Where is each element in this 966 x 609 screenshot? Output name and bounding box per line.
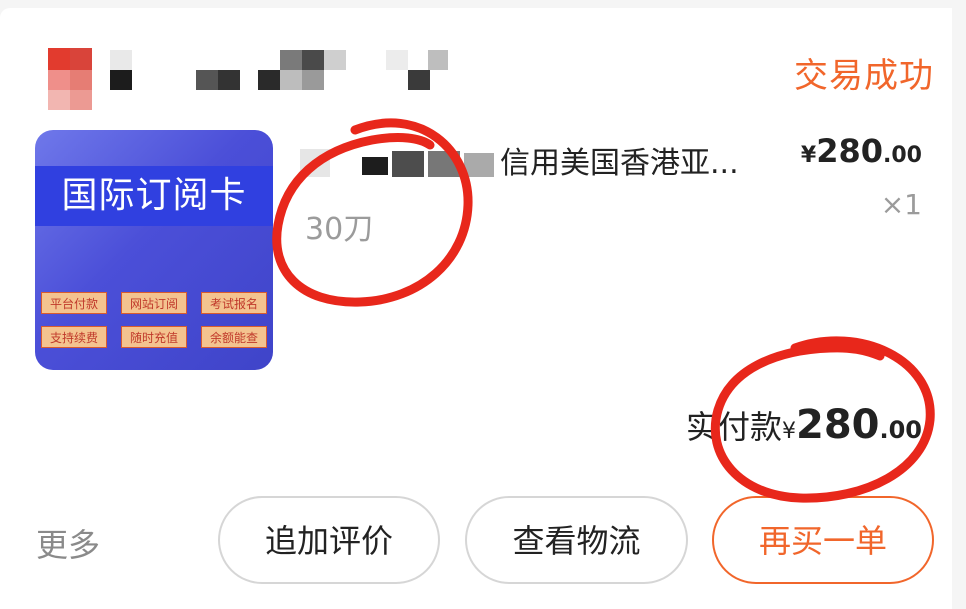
thumbnail-tag: 考试报名 <box>201 292 267 314</box>
price-decimal: .00 <box>883 143 922 168</box>
thumbnail-tag: 平台付款 <box>41 292 107 314</box>
product-price: ¥280.00 <box>801 132 922 170</box>
paid-amount: 实付款¥280.00 <box>686 402 922 448</box>
buy-again-button[interactable]: 再买一单 <box>712 496 934 584</box>
product-spec: 30刀 <box>305 212 374 247</box>
view-logistics-button[interactable]: 查看物流 <box>465 496 688 584</box>
thumbnail-tag: 随时充值 <box>121 326 187 348</box>
order-status: 交易成功 <box>794 56 934 96</box>
price-currency: ¥ <box>800 143 817 168</box>
thumbnail-tag: 支持续费 <box>41 326 107 348</box>
more-link[interactable]: 更多 <box>36 520 100 566</box>
order-card: 交易成功 国际订阅卡 平台付款 网站订阅 考试报名 支持续费 随时充值 余额能查… <box>0 8 952 609</box>
product-quantity: ×1 <box>880 188 922 221</box>
product-title-censored <box>300 143 495 183</box>
add-review-button[interactable]: 追加评价 <box>218 496 440 584</box>
shop-name-censored[interactable] <box>48 48 468 110</box>
thumbnail-tag: 网站订阅 <box>121 292 187 314</box>
paid-decimal: .00 <box>879 416 922 444</box>
price-integer: 280 <box>816 132 884 170</box>
thumbnail-tag: 余额能查 <box>201 326 267 348</box>
thumbnail-title: 国际订阅卡 <box>35 166 273 226</box>
paid-label: 实付款 <box>685 408 782 446</box>
paid-currency: ¥ <box>781 419 796 444</box>
product-thumbnail[interactable]: 国际订阅卡 平台付款 网站订阅 考试报名 支持续费 随时充值 余额能查 <box>35 130 273 370</box>
paid-integer: 280 <box>795 402 880 448</box>
